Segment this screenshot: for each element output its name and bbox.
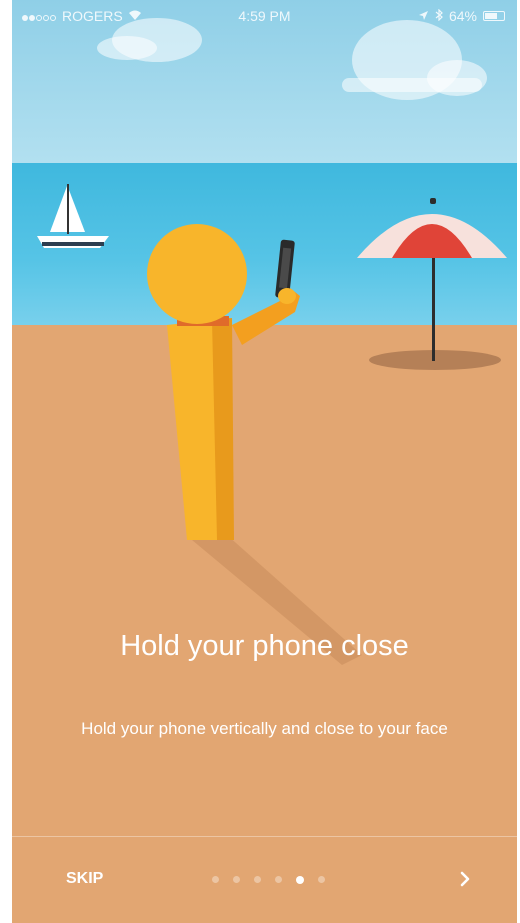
status-bar: ROGERS 4:59 PM 64% bbox=[12, 6, 517, 28]
page-dot bbox=[275, 876, 282, 883]
battery-icon bbox=[483, 11, 505, 21]
skip-button[interactable]: SKIP bbox=[66, 870, 103, 888]
page-dot bbox=[233, 876, 240, 883]
onboarding-screen: ROGERS 4:59 PM 64% Hold your phone close… bbox=[12, 0, 517, 923]
page-indicator bbox=[212, 875, 325, 884]
page-dot bbox=[254, 876, 261, 883]
page-dot-active bbox=[296, 875, 304, 884]
bluetooth-icon bbox=[435, 8, 443, 24]
sailboat-icon bbox=[37, 184, 109, 248]
status-right: 64% bbox=[418, 8, 505, 24]
page-dot bbox=[212, 876, 219, 883]
onboarding-subtitle: Hold your phone vertically and close to … bbox=[81, 719, 448, 738]
page-dot bbox=[318, 876, 325, 883]
cloud-right bbox=[342, 20, 487, 100]
location-arrow-icon bbox=[418, 8, 429, 24]
beach-umbrella-icon bbox=[357, 198, 507, 361]
person-figure bbox=[147, 224, 300, 540]
footer-divider bbox=[12, 836, 517, 837]
beach-illustration bbox=[37, 18, 507, 665]
onboarding-title: Hold your phone close bbox=[120, 630, 409, 662]
next-button[interactable] bbox=[450, 864, 480, 894]
chevron-right-icon bbox=[460, 871, 470, 887]
battery-percent: 64% bbox=[448, 8, 477, 24]
